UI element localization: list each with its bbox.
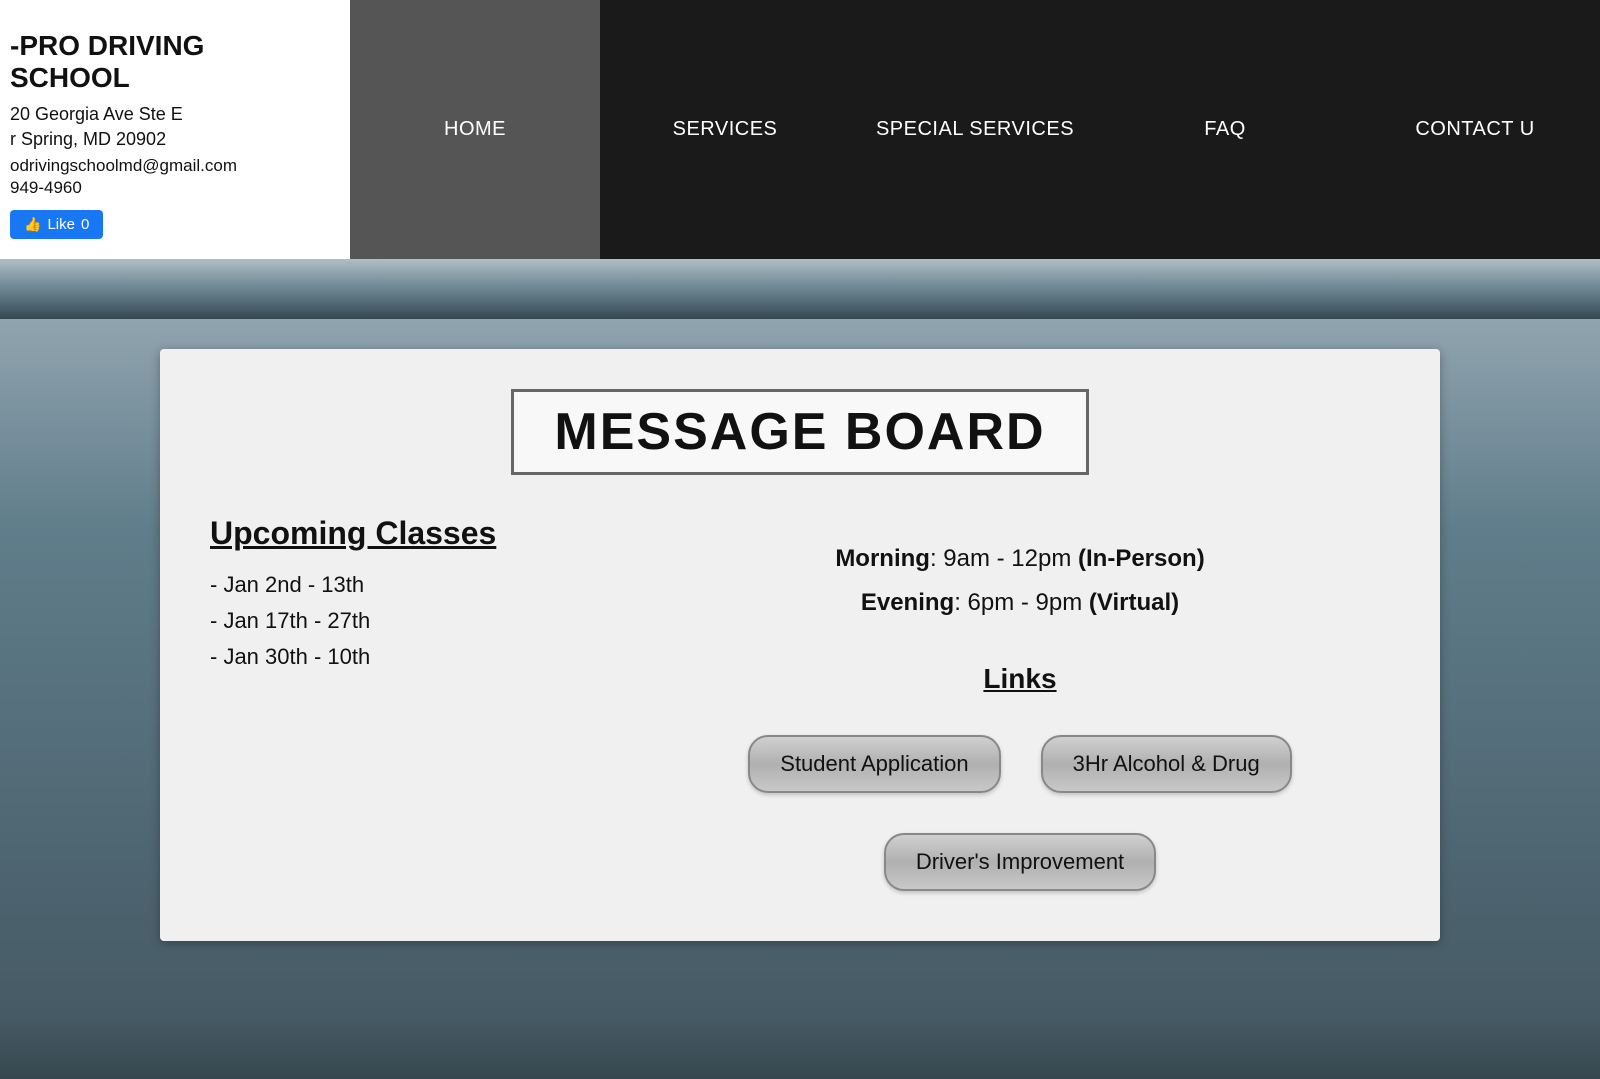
class-item-2: - Jan 17th - 27th bbox=[210, 608, 610, 634]
logo-area: -PRO DRIVING SCHOOL 20 Georgia Ave Ste E… bbox=[0, 0, 350, 259]
navigation: HOME SERVICES SPECIAL SERVICES FAQ CONTA… bbox=[350, 0, 1600, 259]
like-label: Like bbox=[47, 216, 75, 233]
nav-item-home[interactable]: HOME bbox=[350, 0, 600, 259]
message-board-card: MESSAGE BOARD Upcoming Classes - Jan 2nd… bbox=[160, 349, 1440, 941]
morning-schedule: Morning: 9am - 12pm (In-Person) bbox=[835, 545, 1204, 573]
nav-label-special-services: SPECIAL SERVICES bbox=[876, 118, 1074, 141]
like-button[interactable]: 👍 Like 0 bbox=[10, 210, 103, 239]
thumbs-up-icon: 👍 bbox=[24, 216, 41, 233]
message-board-title-wrapper: MESSAGE BOARD bbox=[210, 389, 1390, 475]
drivers-improvement-button[interactable]: Driver's Improvement bbox=[884, 833, 1156, 891]
header: -PRO DRIVING SCHOOL 20 Georgia Ave Ste E… bbox=[0, 0, 1600, 259]
morning-time: : 9am - 12pm bbox=[930, 545, 1071, 572]
morning-label: Morning bbox=[835, 545, 930, 572]
nav-item-faq[interactable]: FAQ bbox=[1100, 0, 1350, 259]
evening-schedule: Evening: 6pm - 9pm (Virtual) bbox=[835, 589, 1204, 617]
left-column: Upcoming Classes - Jan 2nd - 13th - Jan … bbox=[210, 515, 610, 891]
schedule-section: Morning: 9am - 12pm (In-Person) Evening:… bbox=[835, 545, 1204, 633]
message-board-title: MESSAGE BOARD bbox=[511, 389, 1088, 475]
hero-banner bbox=[0, 259, 1600, 319]
email: odrivingschoolmd@gmail.com bbox=[10, 156, 330, 176]
nav-item-special-services[interactable]: SPECIAL SERVICES bbox=[850, 0, 1100, 259]
phone: 949-4960 bbox=[10, 178, 330, 198]
links-section: Links bbox=[983, 663, 1056, 725]
class-list: - Jan 2nd - 13th - Jan 17th - 27th - Jan… bbox=[210, 572, 610, 670]
class-item-1: - Jan 2nd - 13th bbox=[210, 572, 610, 598]
nav-label-contact: CONTACT U bbox=[1415, 118, 1534, 141]
nav-item-contact[interactable]: CONTACT U bbox=[1350, 0, 1600, 259]
bottom-area bbox=[0, 1019, 1600, 1079]
address-line2: r Spring, MD 20902 bbox=[10, 127, 330, 152]
main-content: MESSAGE BOARD Upcoming Classes - Jan 2nd… bbox=[0, 319, 1600, 1019]
content-area: Upcoming Classes - Jan 2nd - 13th - Jan … bbox=[210, 515, 1390, 891]
student-application-button[interactable]: Student Application bbox=[748, 735, 1000, 793]
alcohol-drug-button[interactable]: 3Hr Alcohol & Drug bbox=[1041, 735, 1292, 793]
like-count: 0 bbox=[81, 216, 89, 233]
right-column: Morning: 9am - 12pm (In-Person) Evening:… bbox=[650, 515, 1390, 891]
school-name: -PRO DRIVING SCHOOL bbox=[10, 30, 330, 94]
links-heading: Links bbox=[983, 663, 1056, 695]
address-line1: 20 Georgia Ave Ste E bbox=[10, 102, 330, 127]
nav-item-services[interactable]: SERVICES bbox=[600, 0, 850, 259]
nav-label-home: HOME bbox=[444, 118, 506, 141]
evening-label: Evening bbox=[861, 589, 954, 616]
nav-label-faq: FAQ bbox=[1204, 118, 1246, 141]
evening-mode: (Virtual) bbox=[1089, 589, 1179, 616]
evening-time: : 6pm - 9pm bbox=[954, 589, 1082, 616]
nav-label-services: SERVICES bbox=[673, 118, 778, 141]
morning-mode: (In-Person) bbox=[1078, 545, 1205, 572]
upcoming-classes-heading: Upcoming Classes bbox=[210, 515, 610, 552]
class-item-3: - Jan 30th - 10th bbox=[210, 644, 610, 670]
buttons-area: Student Application 3Hr Alcohol & Drug D… bbox=[650, 735, 1390, 891]
